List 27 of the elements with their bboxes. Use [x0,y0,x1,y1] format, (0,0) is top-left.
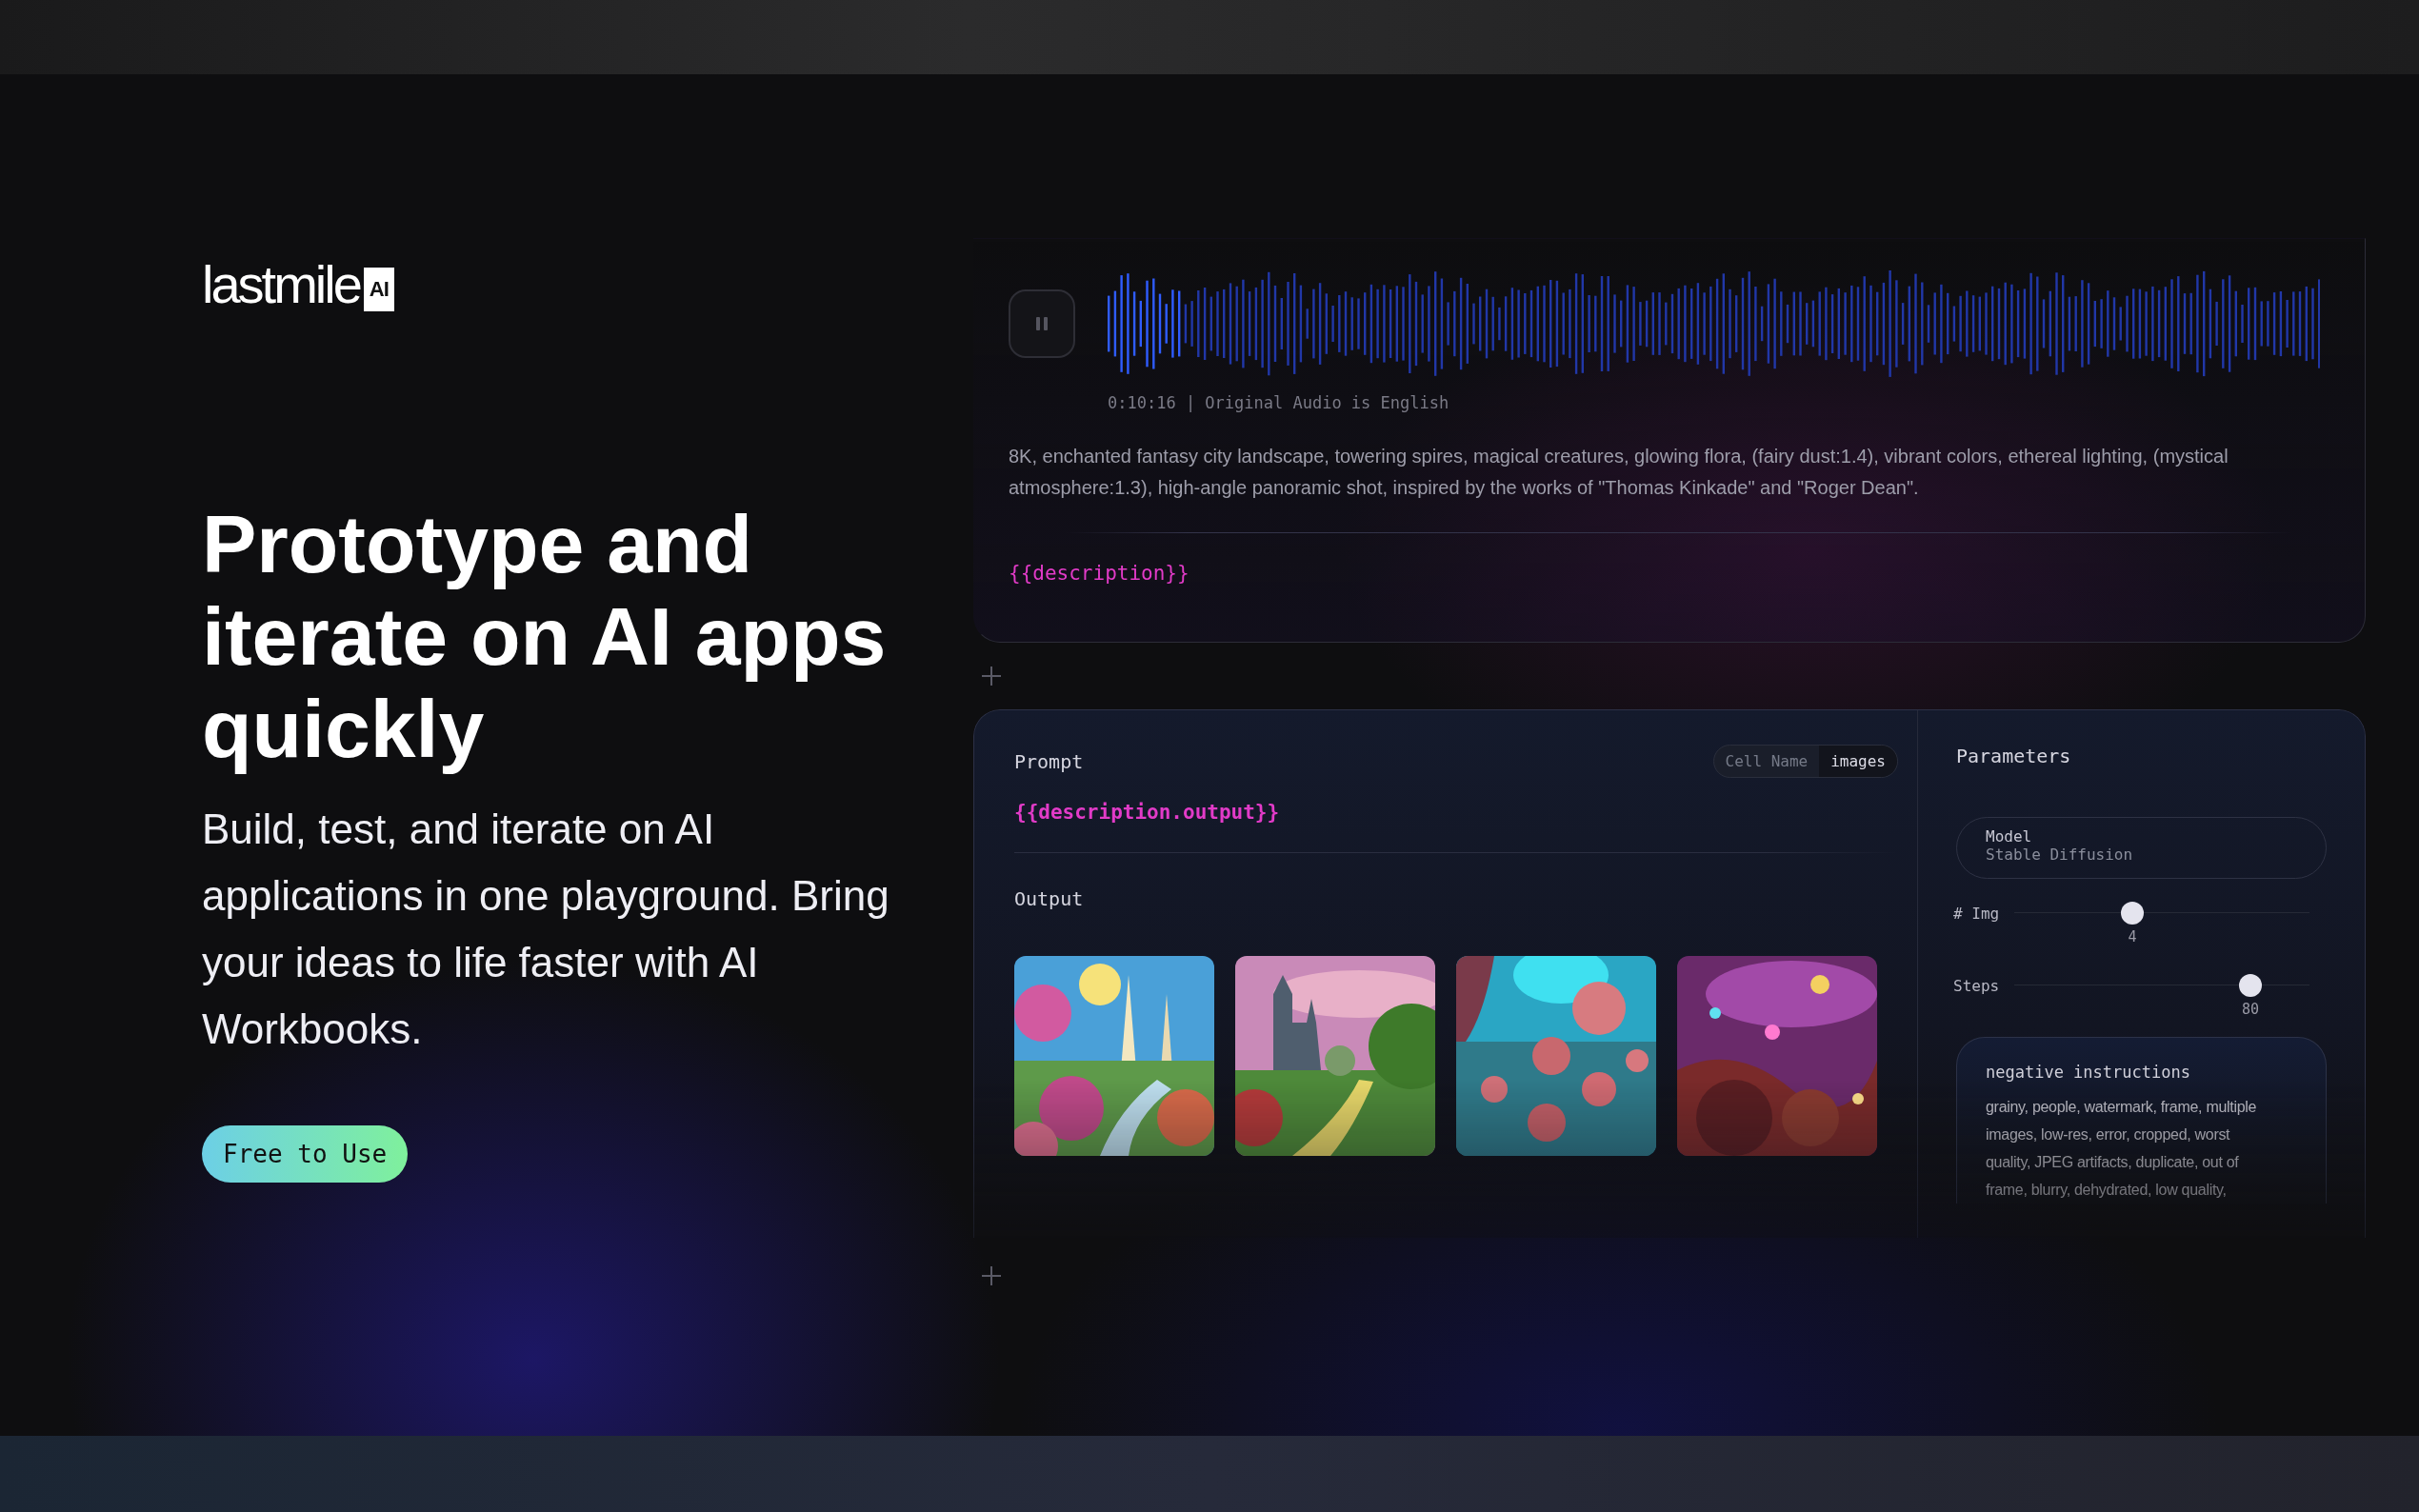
prompt-label: Prompt [1014,749,1084,773]
pause-icon [1035,316,1049,331]
transcript-text: 8K, enchanted fantasy city landscape, towering spires, magical creatures, glowing flora, (fairy dust:1.4), vibrant colors, ethereal lighting, (mystical atmosphere:1.3), high-angle panoramic shot, inspired by the works of "Thomas Kinkade" and "Roger Dean". [1009,445,2229,500]
output-variable: {{description}} [1009,562,1190,585]
logo-badge: AI [363,268,394,311]
pause-button[interactable] [1009,289,1075,358]
prompt-variable: {{description.output}} [1014,801,1281,824]
slider-track[interactable] [2014,900,2309,926]
output-label: Output [1014,887,1085,910]
slider-label: # Img [1953,904,2001,923]
hero-description: Build, test, and iterate on AI applications in one playground. Bring your ideas to life faster with AI Workbooks. [202,805,890,1054]
logo-wordmark: lastmile [202,258,360,311]
slider-thumb[interactable] [2239,974,2262,997]
parameters-label: Parameters [1956,745,2072,767]
negative-instructions-box[interactable]: negative instructions grainy, people, watermark, frame, multiple images, low-res, error, cropped, worst quality, JPEG artifacts, duplicate, out of frame, blurry, dehydrated, low quality, [1956,1037,2327,1204]
hero-heading: Prototype and iterate on AI apps quickly [202,498,888,775]
free-to-use-button[interactable]: Free to Use [202,1125,409,1183]
slider-track[interactable] [2014,972,2309,999]
slider-label: Steps [1953,976,2001,995]
slider-value: 80 [2241,1001,2260,1018]
audio-caption: 0:10:16 | Original Audio is English [1108,393,1450,412]
negative-instructions-text: grainy, people, watermark, frame, multiple images, low-res, error, cropped, worst quality, JPEG artifacts, duplicate, out of frame, blurry, dehydrated, low quality, [1986,1098,2258,1200]
negative-instructions-label: negative instructions [1986,1063,2191,1082]
slider-value: 4 [2128,928,2137,945]
add-icon[interactable] [981,666,1002,686]
add-icon[interactable] [981,1265,1002,1286]
slider-thumb[interactable] [2121,902,2144,925]
